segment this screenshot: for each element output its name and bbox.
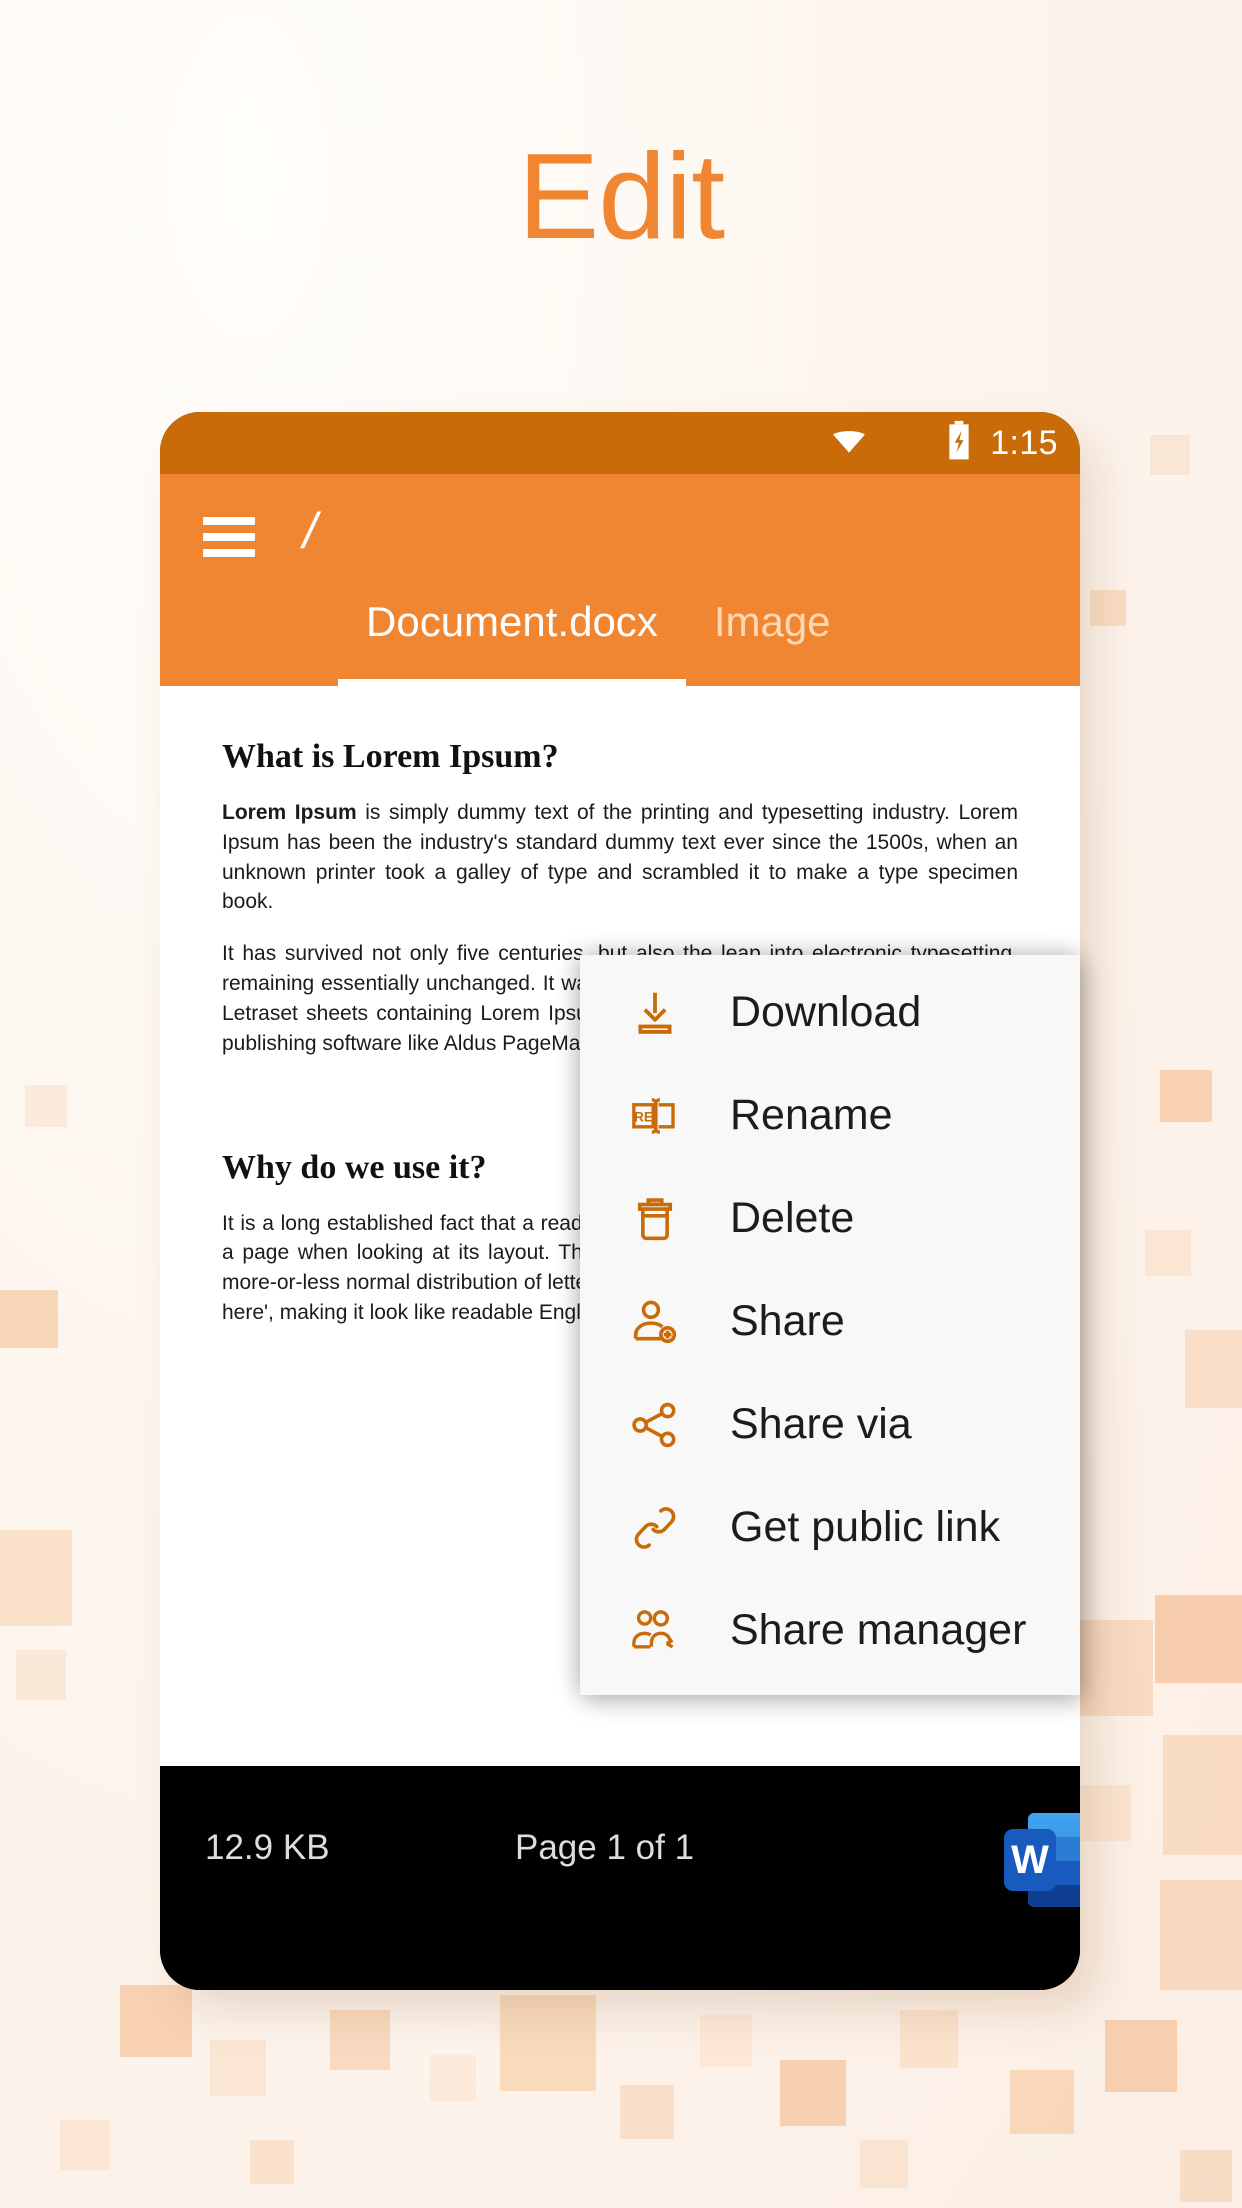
battery-charging-icon [945, 420, 973, 467]
document-paragraph-1-bold: Lorem Ipsum [222, 801, 357, 824]
menu-item-label: Rename [730, 1091, 893, 1139]
tab-label: Image [713, 598, 831, 645]
wifi-icon [825, 421, 873, 466]
svg-text:W: W [1011, 1838, 1049, 1882]
app-bar: / Document.docx Image [160, 474, 1080, 686]
share-nodes-icon [626, 1396, 684, 1454]
menu-item-label: Share manager [730, 1606, 1027, 1654]
trash-icon [626, 1190, 684, 1248]
menu-item-delete[interactable]: Delete [580, 1167, 1080, 1270]
menu-item-label: Delete [730, 1194, 855, 1242]
menu-item-label: Share via [730, 1400, 912, 1448]
status-bar: 1:15 [160, 412, 1080, 474]
menu-item-label: Download [730, 988, 922, 1036]
svg-text:RE: RE [634, 1109, 653, 1124]
path-title: / [303, 503, 317, 559]
people-group-icon [626, 1602, 684, 1660]
promo-headline: Edit [517, 128, 725, 264]
document-heading-1: What is Lorem Ipsum? [222, 738, 559, 775]
menu-item-label: Get public link [730, 1503, 1001, 1551]
menu-item-rename[interactable]: RE Rename [580, 1064, 1080, 1167]
context-menu[interactable]: Download RE Rename Delete Share Share vi… [580, 955, 1080, 1695]
microsoft-word-icon[interactable]: W [1000, 1811, 1080, 1911]
person-add-icon [626, 1293, 684, 1351]
hamburger-menu-icon[interactable] [203, 517, 255, 557]
document-paragraph-1: Lorem Ipsum is simply dummy text of the … [222, 798, 1018, 917]
menu-item-share-via[interactable]: Share via [580, 1373, 1080, 1476]
promo-page: Edit 1:15 / Document.docx Image What is … [0, 0, 1242, 2208]
rename-icon: RE [626, 1087, 684, 1145]
menu-item-label: Share [730, 1297, 845, 1345]
status-bar-time: 1:15 [990, 423, 1058, 462]
download-icon [626, 984, 684, 1042]
file-size-label: 12.9 KB [205, 1828, 330, 1867]
page-count-label: Page 1 of 1 [515, 1828, 695, 1867]
tab-bar: Document.docx Image [160, 594, 1080, 686]
menu-item-share[interactable]: Share [580, 1270, 1080, 1373]
tab-document-docx[interactable]: Document.docx [338, 594, 686, 686]
menu-item-get-public-link[interactable]: Get public link [580, 1476, 1080, 1579]
bottom-bar: 12.9 KB Page 1 of 1 W [160, 1766, 1080, 1990]
tab-image[interactable]: Image [686, 594, 859, 686]
link-chain-icon [626, 1499, 684, 1557]
tab-label: Document.docx [366, 598, 658, 645]
menu-item-download[interactable]: Download [580, 961, 1080, 1064]
menu-item-share-manager[interactable]: Share manager [580, 1579, 1080, 1682]
